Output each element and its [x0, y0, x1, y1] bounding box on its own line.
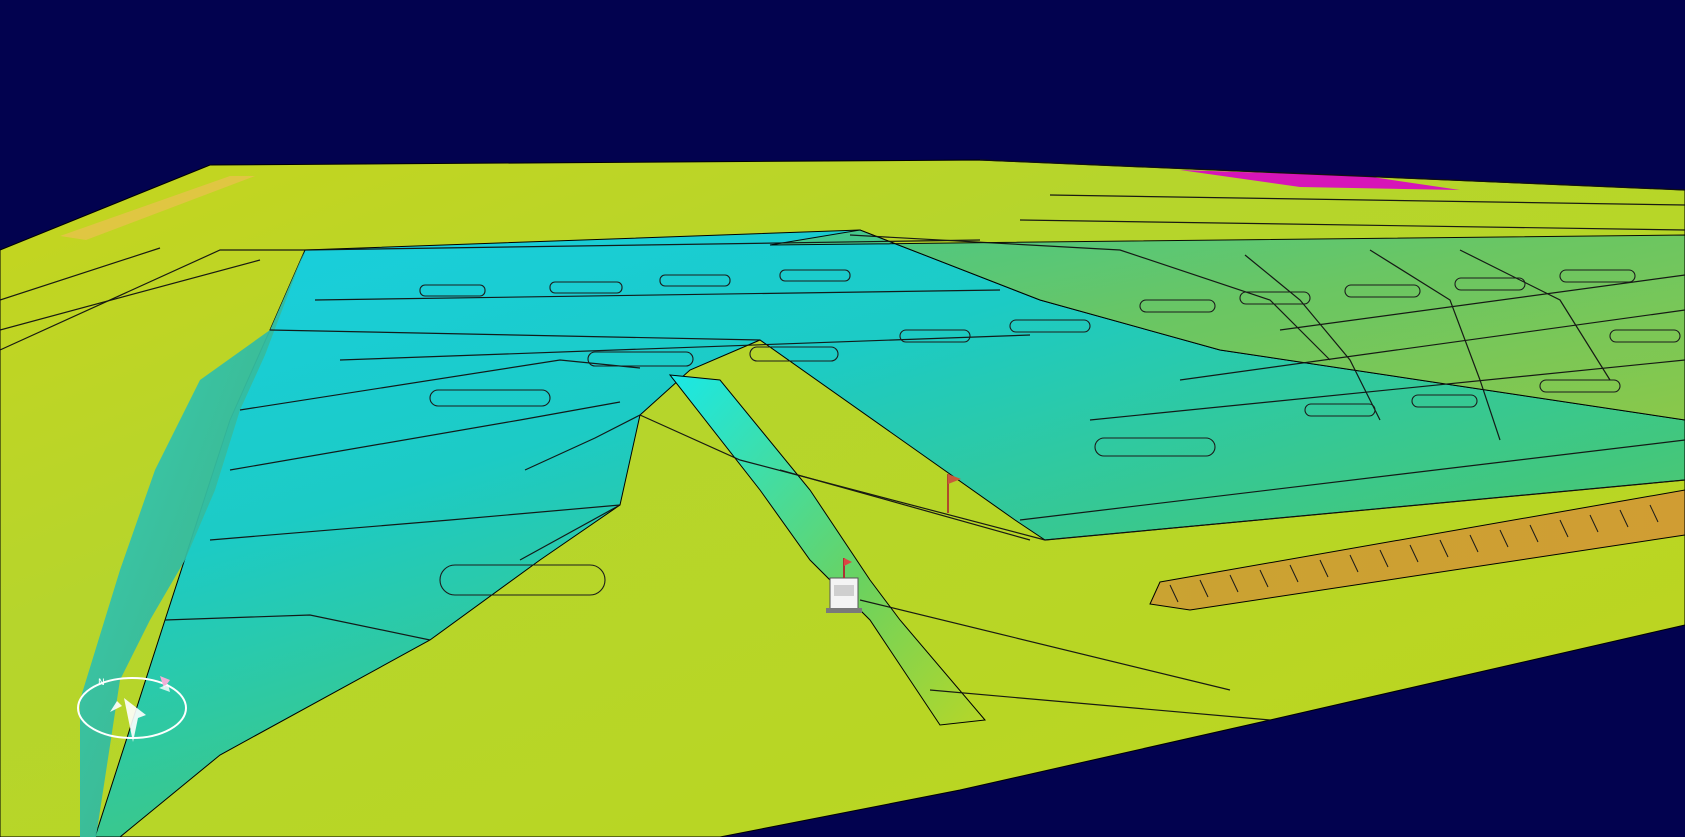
- terrain-scene[interactable]: [0, 0, 1685, 837]
- 3d-terrain-viewport[interactable]: N: [0, 0, 1685, 837]
